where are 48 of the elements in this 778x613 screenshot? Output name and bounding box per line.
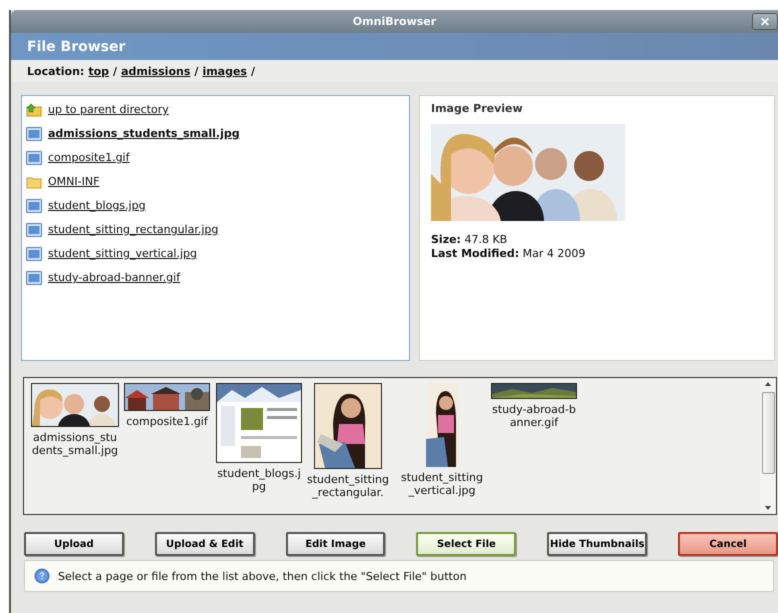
file-link[interactable]: student_sitting_rectangular.jpg	[48, 223, 218, 236]
file-link[interactable]: composite1.gif	[48, 151, 130, 164]
preview-title: Image Preview	[431, 102, 523, 115]
help-icon	[34, 568, 50, 584]
breadcrumb-link[interactable]: admissions	[121, 64, 190, 78]
folder-up-icon	[26, 102, 42, 116]
breadcrumb-separator: /	[194, 64, 198, 78]
image-file-icon	[26, 150, 42, 164]
breadcrumb-link[interactable]: top	[88, 64, 110, 78]
image-file-icon	[26, 126, 42, 140]
thumbnail-caption: admissions_students_small.jpg	[30, 431, 120, 457]
thumbnail-caption: study-abroad-banner.gif	[492, 403, 576, 429]
status-message: Select a page or file from the list above, then click the "Select File" button	[58, 570, 467, 582]
scroll-down-icon[interactable]	[763, 504, 773, 512]
image-file-icon	[26, 198, 42, 212]
action-button[interactable]: Upload & Edit	[154, 532, 255, 556]
header-title: File Browser	[27, 38, 126, 54]
file-link[interactable]: admissions_students_small.jpg	[48, 127, 240, 140]
breadcrumb-separator: /	[250, 64, 256, 78]
modified-label: Last Modified:	[431, 247, 520, 260]
scrollbar-thumb[interactable]	[762, 392, 774, 474]
action-button[interactable]: Upload	[24, 532, 124, 556]
size-value: 47.8 KB	[464, 233, 508, 246]
scroll-up-icon[interactable]	[763, 380, 773, 388]
file-link[interactable]: student_sitting_vertical.jpg	[48, 247, 198, 260]
location-label: Location:	[27, 64, 84, 78]
action-button[interactable]: Cancel	[678, 532, 778, 556]
file-link[interactable]: up to parent directory	[48, 103, 169, 116]
window-title: OmniBrowser	[352, 15, 436, 28]
image-file-icon	[26, 246, 42, 260]
breadcrumb-separator: /	[113, 64, 118, 78]
thumbnail-caption: composite1.gif	[126, 415, 208, 428]
folder-icon	[26, 174, 42, 188]
image-file-icon	[26, 270, 42, 284]
thumbnail-caption: student_sitting_vertical.jpg	[400, 471, 484, 497]
action-button[interactable]: Select File	[416, 532, 516, 556]
breadcrumb-link[interactable]: images	[202, 64, 247, 78]
file-link[interactable]: study-abroad-banner.gif	[48, 271, 180, 284]
action-button[interactable]: Edit Image	[286, 532, 386, 556]
thumbnail-caption: student_sitting_rectangular.	[306, 473, 390, 499]
file-link[interactable]: student_blogs.jpg	[48, 199, 146, 212]
file-link[interactable]: OMNI-INF	[48, 175, 100, 188]
image-file-icon	[26, 222, 42, 236]
scrollbar[interactable]	[760, 378, 776, 514]
action-button[interactable]: Hide Thumbnails	[547, 532, 648, 556]
modified-value: Mar 4 2009	[522, 247, 586, 260]
thumbnail-caption: student_blogs.jpg	[216, 467, 302, 493]
size-label: Size:	[431, 233, 461, 246]
